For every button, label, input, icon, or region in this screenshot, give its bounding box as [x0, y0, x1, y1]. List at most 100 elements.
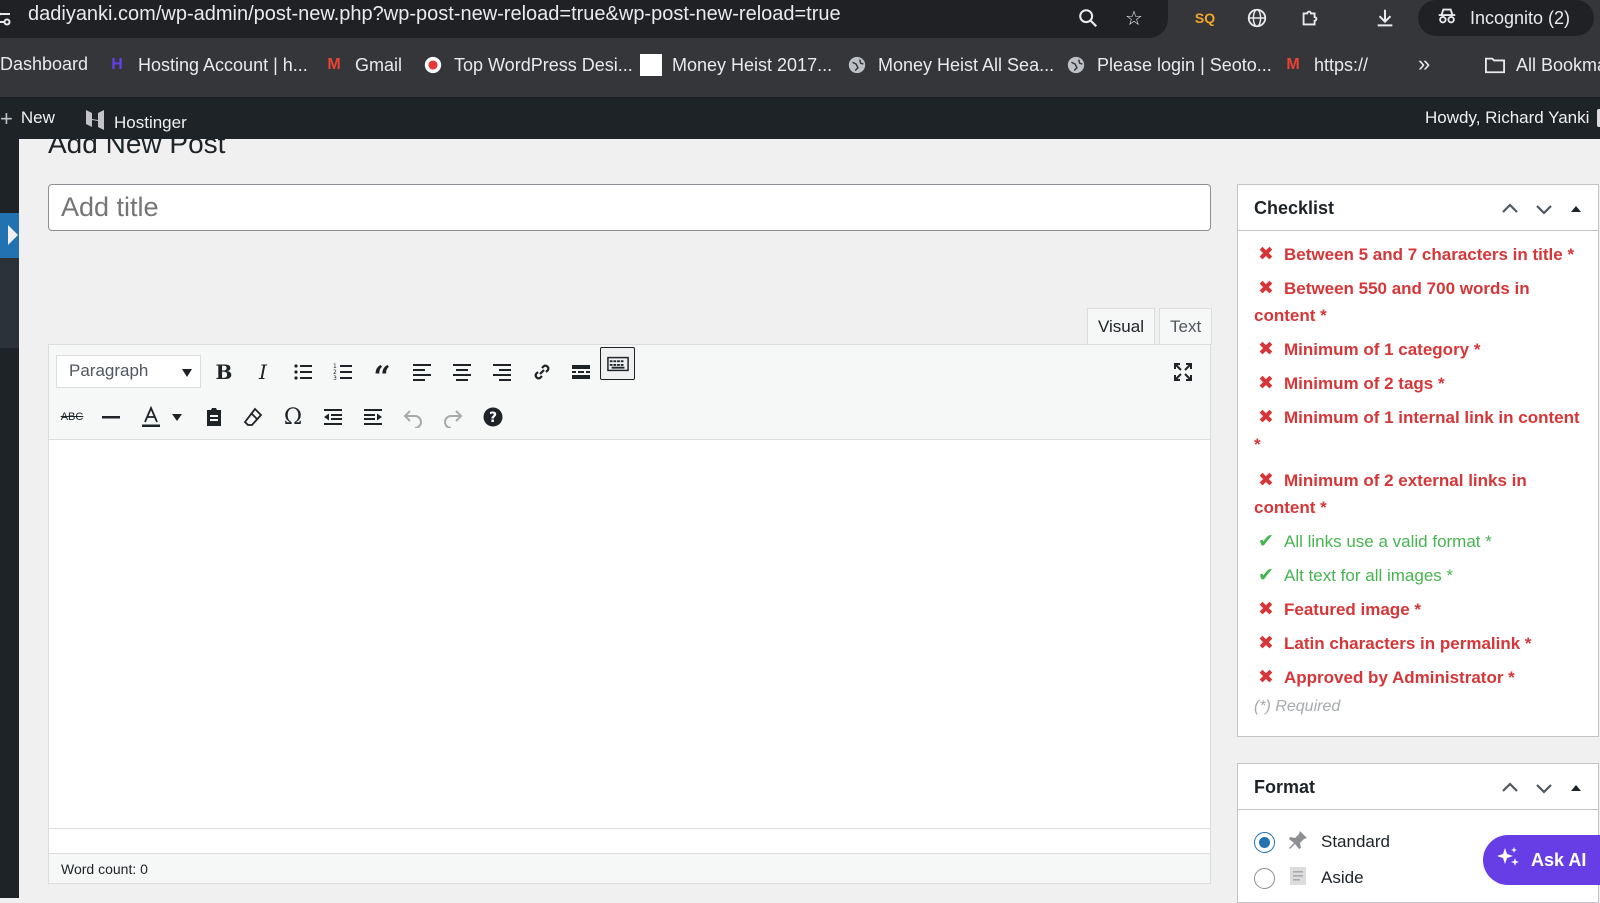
checklist-item: ✖ Latin characters in permalink * [1254, 630, 1582, 657]
toolbar-toggle-button[interactable] [600, 347, 635, 380]
blockquote-button[interactable]: “ [365, 355, 399, 395]
checklist-item: ✖ Between 550 and 700 words in content * [1254, 275, 1582, 329]
move-up-button[interactable] [1500, 199, 1520, 219]
fail-x-icon: ✖ [1258, 599, 1274, 620]
my-account-menu[interactable]: Howdy, Richard Yanki [1425, 108, 1600, 128]
extensions-puzzle-icon[interactable] [1297, 5, 1323, 31]
bookmark-seoto[interactable]: Please login | Seoto... [1065, 54, 1272, 76]
zoom-icon[interactable] [1075, 5, 1101, 31]
checklist-panel-header: Checklist [1238, 185, 1598, 231]
text-color-button[interactable] [134, 400, 168, 434]
indent-icon [364, 409, 382, 425]
all-bookmarks-button[interactable]: All Bookmarks [1484, 54, 1600, 76]
paragraph-format-select[interactable]: Paragraph [56, 355, 201, 388]
site-settings-icon[interactable] [0, 8, 12, 28]
redo-button[interactable] [436, 400, 470, 434]
clear-formatting-button[interactable] [236, 400, 270, 434]
bulleted-list-button[interactable] [286, 355, 320, 389]
strikethrough-button[interactable]: ABC [55, 400, 89, 434]
checklist-item: ✖ Minimum of 1 category * [1254, 336, 1582, 363]
aside-document-icon [1287, 865, 1309, 892]
url-text[interactable]: dadiyanki.com/wp-admin/post-new.php?wp-p… [28, 3, 841, 26]
move-up-button[interactable] [1500, 778, 1520, 798]
bookmark-label: Money Heist All Sea... [878, 54, 1055, 75]
fullscreen-button[interactable] [1166, 355, 1200, 389]
redo-icon [444, 410, 463, 428]
checklist-item-text: Between 5 and 7 characters in title * [1284, 245, 1575, 264]
fail-x-icon: ✖ [1258, 407, 1274, 428]
special-character-button[interactable]: Ω [276, 400, 310, 434]
folder-icon [1484, 54, 1506, 76]
paste-as-text-button[interactable] [197, 400, 231, 434]
checklist-item: ✔ All links use a valid format * [1254, 528, 1582, 555]
format-select-value: Paragraph [69, 361, 149, 380]
toggle-panel-button[interactable] [1566, 199, 1586, 219]
checklist-item: ✖ Minimum of 1 internal link in content * [1254, 404, 1582, 458]
new-content-menu[interactable]: + New [0, 107, 55, 129]
checklist-item: ✖ Featured image * [1254, 596, 1582, 623]
fail-x-icon: ✖ [1258, 633, 1274, 654]
download-icon[interactable] [1372, 5, 1398, 31]
ask-ai-button[interactable]: Ask AI [1483, 835, 1600, 885]
insert-link-button[interactable] [525, 355, 559, 389]
post-title-input[interactable] [48, 184, 1211, 231]
bold-button[interactable]: B [207, 355, 241, 389]
wp-admin-bar: + New Hostinger Howdy, Richard Yanki [0, 98, 1600, 139]
chevron-down-icon [1536, 205, 1552, 215]
standard-radio[interactable] [1254, 831, 1275, 853]
bookmarks-overflow-button[interactable]: » [1418, 51, 1430, 77]
tab-text[interactable]: Text [1159, 308, 1213, 345]
bookmark-https[interactable]: Mhttps:// [1282, 54, 1368, 76]
bookmark-star-icon[interactable]: ☆ [1121, 5, 1147, 31]
move-down-button[interactable] [1534, 199, 1554, 219]
bookmark-gmail[interactable]: M Gmail [323, 54, 402, 76]
increase-indent-button[interactable] [356, 400, 390, 434]
link-icon [534, 364, 550, 380]
numbered-list-button[interactable]: 123 [326, 355, 360, 389]
bookmark-label: Money Heist 2017... [672, 54, 833, 75]
tab-visual[interactable]: Visual [1087, 308, 1155, 345]
decrease-indent-button[interactable] [316, 400, 350, 434]
align-center-button[interactable] [445, 355, 479, 389]
fail-x-icon: ✖ [1258, 667, 1274, 688]
seoquake-extension-icon[interactable]: SQ [1192, 5, 1218, 31]
align-right-button[interactable] [485, 355, 519, 389]
italic-button[interactable]: I [246, 355, 280, 389]
pass-check-icon: ✔ [1258, 565, 1274, 586]
address-bar[interactable]: dadiyanki.com/wp-admin/post-new.php?wp-p… [0, 0, 1168, 38]
text-color-dropdown[interactable] [167, 400, 187, 434]
move-down-button[interactable] [1534, 778, 1554, 798]
fail-x-icon: ✖ [1258, 470, 1274, 491]
current-menu-arrow-icon [8, 225, 18, 245]
incognito-icon [1436, 5, 1458, 32]
chevron-down-icon [172, 413, 182, 421]
bookmark-dashboard[interactable]: Dashboard [0, 54, 88, 75]
globe-icon [1065, 54, 1087, 76]
align-left-button[interactable] [405, 355, 439, 389]
bookmark-top-wordpress[interactable]: Top WordPress Desi... [422, 54, 633, 76]
checklist-item-text: Minimum of 2 external links in content * [1254, 471, 1527, 517]
bookmark-hosting-account[interactable]: H Hosting Account | h... [106, 54, 308, 76]
toggle-panel-button[interactable] [1566, 778, 1586, 798]
pass-check-icon: ✔ [1258, 531, 1274, 552]
bookmark-money-heist-2017[interactable]: Money Heist 2017... [640, 54, 832, 76]
format-option-label: Standard [1321, 832, 1390, 851]
bookmark-money-heist-all[interactable]: Money Heist All Sea... [846, 54, 1054, 76]
bulleted-list-icon [294, 364, 312, 380]
aside-radio[interactable] [1254, 867, 1275, 889]
format-title: Format [1254, 777, 1316, 797]
hostinger-icon: H [111, 56, 123, 73]
outdent-icon [324, 409, 342, 425]
fail-x-icon: ✖ [1258, 373, 1274, 394]
incognito-indicator[interactable]: Incognito (2) [1418, 0, 1594, 36]
checklist-item-text: Minimum of 2 tags * [1284, 374, 1445, 393]
editor-content-area[interactable] [49, 440, 1210, 830]
text-color-icon [142, 406, 160, 427]
horizontal-line-button[interactable] [94, 400, 128, 434]
undo-button[interactable] [396, 400, 430, 434]
page-title: Add New Post [48, 128, 226, 159]
keyboard-shortcuts-button[interactable]: ? [476, 400, 510, 434]
read-more-button[interactable] [564, 355, 598, 389]
globe-extension-icon[interactable] [1244, 5, 1270, 31]
overflow-label: » [1418, 51, 1431, 76]
